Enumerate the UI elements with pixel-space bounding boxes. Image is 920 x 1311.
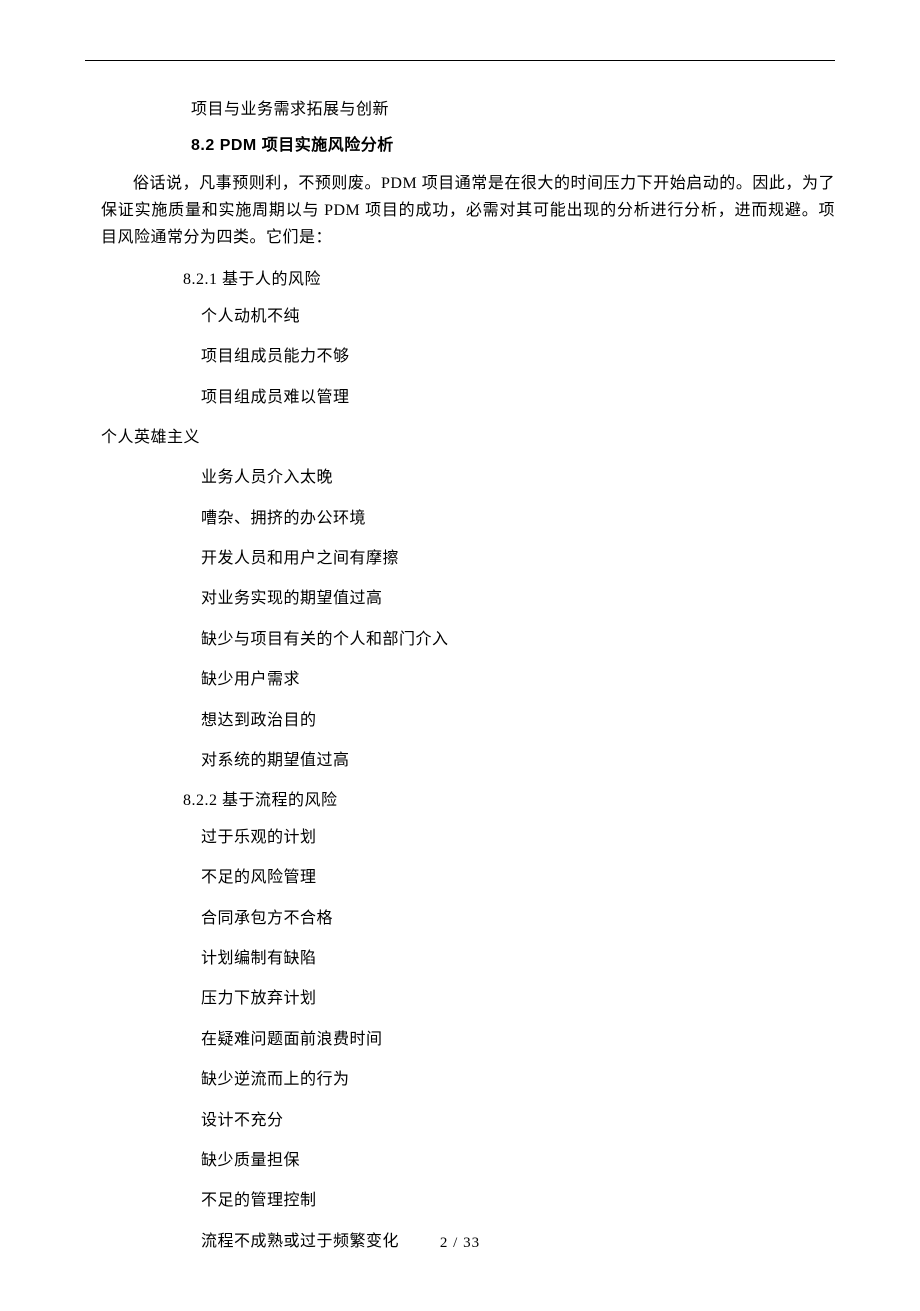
intro-line: 项目与业务需求拓展与创新 — [191, 99, 835, 121]
subsection-8-2-2: 8.2.2 基于流程的风险 — [183, 790, 835, 812]
list-item: 缺少与项目有关的个人和部门介入 — [201, 629, 835, 651]
list-item: 压力下放弃计划 — [201, 988, 835, 1010]
list-item: 业务人员介入太晚 — [201, 467, 835, 489]
list-item: 在疑难问题面前浪费时间 — [201, 1029, 835, 1051]
list-item: 对系统的期望值过高 — [201, 750, 835, 772]
list-item: 设计不充分 — [201, 1110, 835, 1132]
header-divider — [85, 60, 835, 61]
section-heading-8-2: 8.2 PDM 项目实施风险分析 — [191, 135, 835, 157]
list-item: 缺少逆流而上的行为 — [201, 1069, 835, 1091]
list-item: 个人动机不纯 — [201, 306, 835, 328]
list-item: 计划编制有缺陷 — [201, 948, 835, 970]
list-item: 项目组成员能力不够 — [201, 346, 835, 368]
list-item: 不足的风险管理 — [201, 867, 835, 889]
list-item: 项目组成员难以管理 — [201, 387, 835, 409]
list-item: 对业务实现的期望值过高 — [201, 588, 835, 610]
subsection-8-2-1: 8.2.1 基于人的风险 — [183, 269, 835, 291]
list-item: 缺少质量担保 — [201, 1150, 835, 1172]
list-item: 合同承包方不合格 — [201, 908, 835, 930]
list-item: 过于乐观的计划 — [201, 827, 835, 849]
list-item: 嘈杂、拥挤的办公环境 — [201, 508, 835, 530]
body-paragraph: 俗话说，凡事预则利，不预则废。PDM 项目通常是在很大的时间压力下开始启动的。因… — [101, 170, 835, 252]
list-item: 不足的管理控制 — [201, 1190, 835, 1212]
page-footer: 2 / 33 — [0, 1233, 920, 1254]
page-container: 项目与业务需求拓展与创新 8.2 PDM 项目实施风险分析 俗话说，凡事预则利，… — [0, 0, 920, 1311]
unindented-list-item: 个人英雄主义 — [101, 427, 835, 449]
list-item: 缺少用户需求 — [201, 669, 835, 691]
list-item: 开发人员和用户之间有摩擦 — [201, 548, 835, 570]
list-item: 想达到政治目的 — [201, 710, 835, 732]
